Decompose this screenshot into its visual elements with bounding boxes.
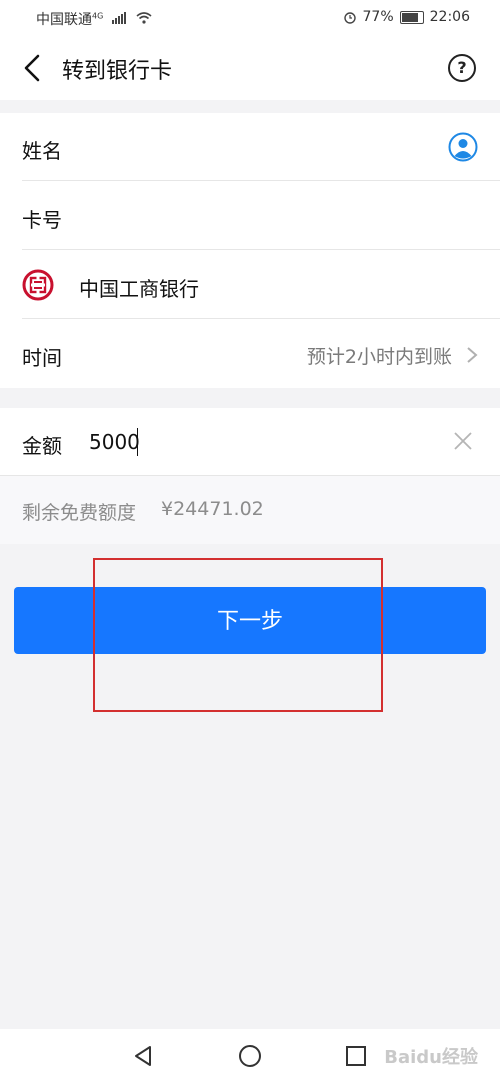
help-icon[interactable]: ? [448, 54, 476, 82]
nav-recents-icon[interactable] [344, 1044, 368, 1068]
nav-home-icon[interactable] [238, 1044, 262, 1068]
card-number-label: 卡号 [22, 208, 62, 232]
quota-value: ¥24471.02 [161, 498, 264, 520]
battery-icon [399, 10, 424, 24]
contact-icon[interactable] [448, 132, 478, 162]
carrier-label: 中国联通4G [36, 9, 152, 29]
text-cursor [137, 428, 138, 456]
amount-label: 金额 [22, 434, 62, 458]
battery-percent: 77% [362, 9, 394, 25]
card-number-row[interactable]: 卡号 [0, 182, 500, 250]
free-quota-bar: 剩余免费额度 ¥24471.02 [0, 476, 500, 544]
baidu-watermark: Baidu经验 [384, 1047, 478, 1068]
chevron-right-icon [467, 347, 478, 363]
network-type: 4G [92, 11, 104, 21]
clock: 22:06 [429, 9, 470, 25]
status-bar: 中国联通4G 77% 22:06 [0, 0, 500, 36]
carrier-name: 中国联通 [36, 12, 92, 28]
amount-input[interactable] [89, 426, 389, 458]
bank-row[interactable]: 中国工商银行 [0, 251, 500, 319]
arrival-time-row[interactable]: 时间 预计2小时内到账 [0, 320, 500, 388]
back-icon[interactable] [18, 52, 48, 84]
quota-label: 剩余免费额度 [22, 502, 137, 524]
time-label: 时间 [22, 346, 62, 370]
bank-name: 中国工商银行 [79, 277, 199, 301]
signal-icon [111, 12, 126, 24]
status-right: 77% 22:06 [343, 9, 470, 25]
name-label: 姓名 [22, 139, 62, 163]
amount-card: 金额 [0, 408, 500, 476]
nav-back-icon[interactable] [131, 1044, 155, 1068]
wifi-icon [136, 12, 152, 24]
system-nav-bar: Baidu经验 [0, 1029, 500, 1083]
time-value: 预计2小时内到账 [306, 346, 452, 368]
recipient-card: 姓名 卡号 中国工商银行 时间 预计2小时内到账 [0, 113, 500, 388]
next-step-button[interactable]: 下一步 [14, 587, 486, 654]
alarm-icon [343, 12, 356, 24]
icbc-logo-icon [22, 269, 54, 301]
page-title: 转到银行卡 [62, 59, 173, 84]
nav-bar: 转到银行卡 ? [0, 36, 500, 100]
clear-icon[interactable] [452, 430, 474, 452]
name-row[interactable]: 姓名 [0, 113, 500, 181]
